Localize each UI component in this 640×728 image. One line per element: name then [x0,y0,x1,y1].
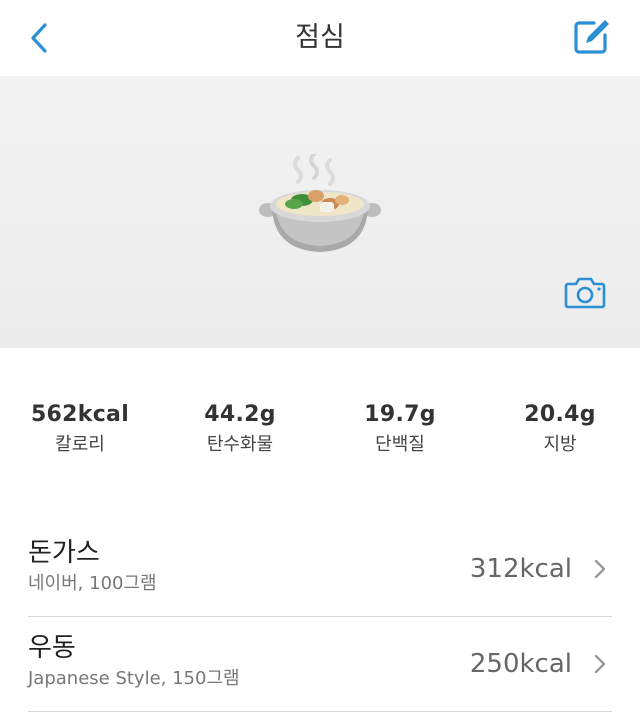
carbohydrate-summary: 44.2g 탄수화물 [160,400,320,470]
food-name: 우동 [28,633,76,663]
chevron-right-icon [594,559,606,579]
meal-photo-area[interactable] [0,76,640,348]
camera-icon [564,277,606,309]
chevron-right-icon [594,654,606,674]
calories-label: 칼로리 [55,434,105,455]
food-item-tonkatsu[interactable]: 돈가스 네이버, 100그램 312kcal [28,522,612,617]
food-name: 돈가스 [28,538,100,568]
fat-summary: 20.4g 지방 [480,400,640,470]
fat-value: 20.4g [524,402,596,427]
food-item-udon[interactable]: 우동 Japanese Style, 150그램 250kcal [28,617,612,712]
calories-summary: 562kcal 칼로리 [0,400,160,470]
food-calories: 312kcal [469,554,572,584]
food-detail: Japanese Style, 150그램 [28,668,240,689]
hot-pot-icon [258,152,382,262]
food-list: 돈가스 네이버, 100그램 312kcal 우동 Japanese Style… [0,522,640,712]
page-title: 점심 [295,22,345,53]
protein-summary: 19.7g 단백질 [320,400,480,470]
edit-button[interactable] [572,16,612,56]
camera-button[interactable] [564,276,606,312]
calories-value: 562kcal [30,402,130,427]
edit-icon [574,20,609,54]
food-detail: 네이버, 100그램 [28,573,157,594]
protein-label: 단백질 [375,434,425,455]
carbohydrate-label: 탄수화물 [206,434,274,455]
top-navigation-bar: 점심 [0,0,640,76]
nutrition-summary: 562kcal 칼로리 44.2g 탄수화물 19.7g 단백질 20.4g 지… [0,400,640,470]
fat-label: 지방 [543,434,577,455]
carbohydrate-value: 44.2g [204,402,276,427]
protein-value: 19.7g [364,402,436,427]
food-calories: 250kcal [469,649,572,679]
